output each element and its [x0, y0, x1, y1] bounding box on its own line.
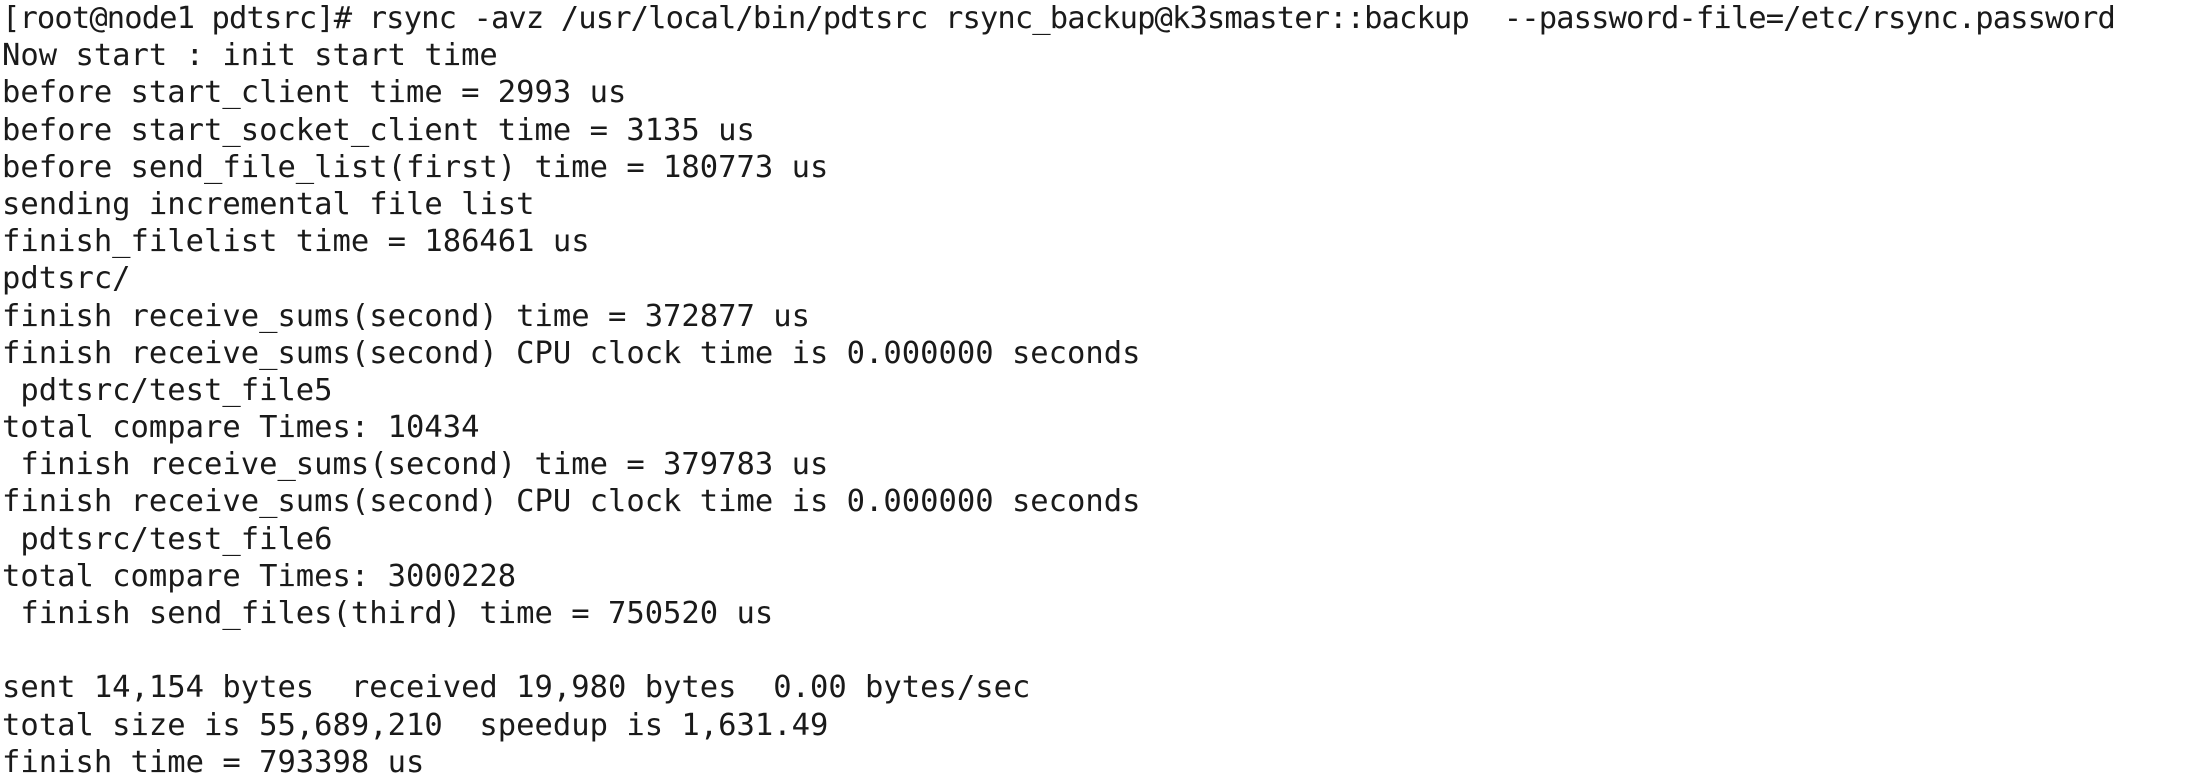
output-line: before start_client time = 2993 us — [2, 75, 627, 111]
output-line: finish receive_sums(second) CPU clock ti… — [2, 335, 1141, 371]
output-line: total size is 55,689,210 speedup is 1,63… — [2, 707, 829, 743]
output-line: before send_file_list(first) time = 1807… — [2, 149, 829, 185]
output-line: pdtsrc/test_file5 — [2, 372, 333, 408]
shell-command-line: [root@node1 pdtsrc]# rsync -avz /usr/loc… — [2, 1, 2116, 36]
output-line: total compare Times: 10434 — [2, 410, 480, 446]
output-line: finish receive_sums(second) time = 37978… — [2, 447, 829, 483]
output-line: finish receive_sums(second) CPU clock ti… — [2, 484, 1141, 520]
output-line: sent 14,154 bytes received 19,980 bytes … — [2, 670, 1031, 706]
output-line: before start_socket_client time = 3135 u… — [2, 112, 755, 148]
terminal-output[interactable]: [root@node1 pdtsrc]# rsync -avz /usr/loc… — [0, 0, 2187, 780]
output-line: sending incremental file list — [2, 186, 535, 222]
output-line: finish send_files(third) time = 750520 u… — [2, 596, 774, 631]
output-line: pdtsrc/ — [2, 261, 131, 297]
output-line: pdtsrc/test_file6 — [2, 521, 333, 557]
output-line: finish_filelist time = 186461 us — [2, 224, 590, 260]
output-line: finish receive_sums(second) time = 37287… — [2, 298, 810, 334]
output-line: Now start : init start time — [2, 38, 498, 74]
output-line: total compare Times: 3000228 — [2, 558, 517, 594]
output-line: finish time = 793398 us — [2, 744, 425, 780]
